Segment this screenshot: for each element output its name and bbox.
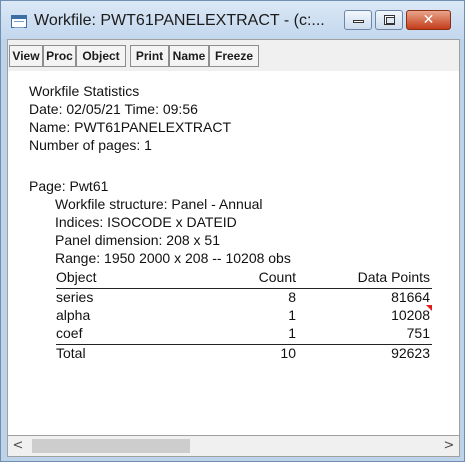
total-count: 10 — [280, 345, 296, 361]
statistics-view: Workfile Statistics Date: 02/05/21 Time:… — [7, 71, 460, 435]
freeze-button[interactable]: Freeze — [209, 45, 259, 67]
object-button[interactable]: Object — [76, 45, 126, 67]
header-count: Count — [258, 269, 296, 285]
horizontal-scrollbar[interactable]: < > — [7, 435, 460, 457]
scroll-left-icon[interactable]: < — [10, 438, 26, 454]
maximize-icon — [384, 15, 395, 25]
proc-button[interactable]: Proc — [43, 45, 76, 67]
close-button[interactable]: ✕ — [406, 10, 451, 30]
row-object: series — [56, 289, 94, 305]
structure-line: Workfile structure: Panel - Annual — [55, 196, 263, 212]
scroll-thumb[interactable] — [32, 439, 190, 453]
modified-marker-icon — [426, 305, 432, 311]
row-count: 8 — [288, 289, 296, 305]
range-line: Range: 1950 2000 x 208 -- 10208 obs — [55, 250, 291, 266]
workfile-window: Workfile: PWT61PANELEXTRACT - (c:... ✕ V… — [0, 0, 465, 462]
close-icon: ✕ — [422, 12, 435, 28]
print-button[interactable]: Print — [130, 45, 169, 67]
toolbar: View Proc Object Print Name Freeze — [7, 39, 460, 71]
workfile-icon — [11, 15, 27, 28]
maximize-button[interactable] — [375, 10, 403, 30]
row-object: coef — [56, 325, 83, 341]
total-points: 92623 — [391, 345, 430, 361]
pages-count-line: Number of pages: 1 — [29, 137, 152, 153]
view-button[interactable]: View — [9, 45, 43, 67]
stats-heading: Workfile Statistics — [29, 83, 140, 99]
row-points: 751 — [406, 325, 430, 341]
row-points: 10208 — [391, 307, 430, 323]
minimize-icon — [353, 20, 364, 23]
indices-line: Indices: ISOCODE x DATEID — [55, 214, 237, 230]
row-count: 1 — [288, 307, 296, 323]
workfile-name-line: Name: PWT61PANELEXTRACT — [29, 119, 232, 135]
row-points: 81664 — [391, 289, 430, 305]
dimension-line: Panel dimension: 208 x 51 — [55, 232, 220, 248]
row-object: alpha — [56, 307, 91, 323]
total-object: Total — [56, 345, 86, 361]
header-data-points: Data Points — [357, 269, 430, 285]
date-time-line: Date: 02/05/21 Time: 09:56 — [29, 101, 198, 117]
window-title: Workfile: PWT61PANELEXTRACT - (c:... — [34, 12, 325, 29]
title-bar[interactable]: Workfile: PWT61PANELEXTRACT - (c:... ✕ — [1, 1, 464, 39]
scroll-right-icon[interactable]: > — [441, 438, 457, 454]
name-button[interactable]: Name — [169, 45, 209, 67]
minimize-button[interactable] — [344, 10, 372, 30]
row-count: 1 — [288, 325, 296, 341]
page-label: Page: Pwt61 — [29, 178, 109, 194]
header-object: Object — [56, 269, 97, 285]
